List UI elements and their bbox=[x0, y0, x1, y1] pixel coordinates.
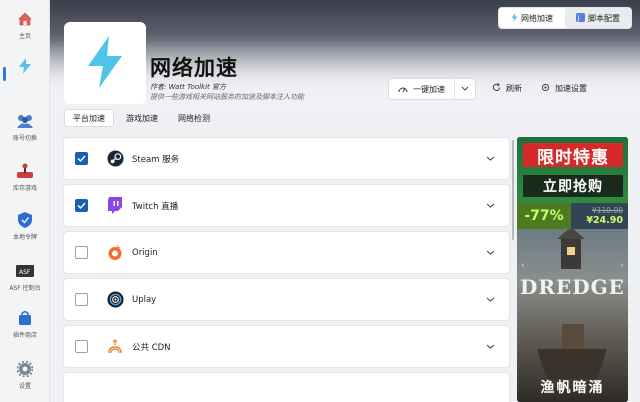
nav-label: 库存游戏 bbox=[12, 185, 37, 192]
ad-game-subtitle: 渔帆暗涌 bbox=[540, 380, 605, 396]
list-item[interactable]: Steam 服务 bbox=[63, 137, 510, 180]
list-item[interactable]: Origin bbox=[63, 231, 510, 274]
service-name: 公共 CDN bbox=[132, 342, 171, 353]
nav-local-auth[interactable]: 本地令牌 bbox=[0, 211, 50, 241]
shopping-bag-icon bbox=[16, 309, 34, 327]
mode-accelerate-button[interactable]: 网络加速 bbox=[499, 8, 565, 28]
ad-next-icon[interactable]: › bbox=[620, 261, 624, 271]
gear-icon bbox=[16, 360, 34, 378]
accelerate-dropdown-button[interactable] bbox=[455, 84, 475, 94]
list-item[interactable] bbox=[63, 372, 510, 402]
app-logo-tile bbox=[64, 22, 146, 104]
nav-library-games[interactable]: 库存游戏 bbox=[0, 162, 50, 192]
accelerate-settings-button[interactable]: 加速设置 bbox=[541, 83, 587, 94]
svg-text:J: J bbox=[577, 15, 580, 22]
nav-label: 主页 bbox=[18, 33, 31, 40]
plugin-description: 提供一些游戏相关网站服务的加速及脚本注入功能 bbox=[150, 93, 304, 101]
chevron-down-icon[interactable] bbox=[486, 154, 495, 164]
refresh-label: 刷新 bbox=[506, 84, 522, 93]
speedometer-icon bbox=[398, 84, 408, 95]
nav-settings[interactable]: 设置 bbox=[0, 360, 50, 390]
users-icon bbox=[16, 112, 34, 130]
script-icon: J bbox=[576, 12, 585, 24]
ad-old-price: ¥110.00 bbox=[591, 206, 623, 215]
settings-label: 加速设置 bbox=[555, 84, 587, 93]
service-name: Twitch 直播 bbox=[132, 201, 179, 212]
chevron-down-icon[interactable] bbox=[486, 295, 495, 305]
nav-network-accelerate[interactable] bbox=[0, 57, 50, 81]
page-title: 网络加速 bbox=[150, 56, 238, 80]
joystick-icon bbox=[16, 162, 34, 180]
chevron-down-icon[interactable] bbox=[486, 248, 495, 258]
svg-text:ASF: ASF bbox=[19, 269, 31, 276]
origin-icon bbox=[106, 244, 124, 262]
service-name: Origin bbox=[132, 247, 158, 258]
twitch-icon bbox=[106, 197, 124, 215]
service-checkbox[interactable] bbox=[75, 246, 88, 259]
ad-cta: 立即抢购 bbox=[523, 175, 623, 197]
nav-label: ASF 控制台 bbox=[9, 285, 41, 292]
mode-script-label: 脚本配置 bbox=[588, 13, 620, 23]
nav-label: 插件商店 bbox=[12, 332, 37, 339]
mode-switch: 网络加速 J 脚本配置 bbox=[498, 7, 632, 29]
service-checkbox[interactable] bbox=[75, 152, 88, 165]
tab-network-check[interactable]: 网络检测 bbox=[170, 109, 218, 127]
mode-script-button[interactable]: J 脚本配置 bbox=[565, 8, 631, 28]
list-item[interactable]: 公共 CDN bbox=[63, 325, 510, 368]
ad-headline: 限时特惠 bbox=[523, 143, 623, 168]
asf-icon: ASF bbox=[16, 262, 34, 280]
tab-bar: 平台加速 游戏加速 网络检测 bbox=[64, 109, 218, 129]
shield-icon bbox=[16, 211, 34, 229]
one-click-label: 一键加速 bbox=[413, 84, 445, 94]
lightning-icon bbox=[16, 57, 34, 75]
chevron-down-icon bbox=[461, 84, 469, 94]
sidebar: 主页 账号切换 库存游戏 本地令牌 ASF ASF 控制台 插件商店 设置 bbox=[0, 0, 50, 402]
lightning-icon bbox=[85, 35, 125, 91]
home-icon bbox=[16, 10, 34, 28]
list-scrollbar[interactable] bbox=[512, 140, 514, 240]
service-name: Steam 服务 bbox=[132, 154, 180, 165]
service-checkbox[interactable] bbox=[75, 340, 88, 353]
tab-platform-accelerate[interactable]: 平台加速 bbox=[64, 109, 114, 127]
ad-prev-icon[interactable]: ‹ bbox=[521, 261, 525, 271]
list-item[interactable]: Uplay bbox=[63, 278, 510, 321]
steam-icon bbox=[106, 150, 124, 168]
refresh-button[interactable]: 刷新 bbox=[492, 83, 522, 94]
plugin-author: 作者: Watt Toolkit 官方 bbox=[150, 83, 227, 91]
nav-label: 账号切换 bbox=[12, 135, 37, 142]
nav-account-switch[interactable]: 账号切换 bbox=[0, 112, 50, 142]
tab-game-accelerate[interactable]: 游戏加速 bbox=[118, 109, 166, 127]
chevron-down-icon[interactable] bbox=[486, 201, 495, 211]
nav-asf-console[interactable]: ASF ASF 控制台 bbox=[0, 262, 50, 292]
service-checkbox[interactable] bbox=[75, 293, 88, 306]
nav-label: 设置 bbox=[18, 383, 31, 390]
list-item[interactable]: Twitch 直播 bbox=[63, 184, 510, 227]
cdn-icon bbox=[106, 338, 124, 356]
lightning-icon bbox=[511, 13, 518, 24]
ad-price-bar: -77% ¥110.00 ¥24.90 bbox=[517, 203, 628, 229]
nav-label: 本地令牌 bbox=[12, 234, 37, 241]
one-click-accelerate-button[interactable]: 一键加速 bbox=[388, 78, 476, 100]
gear-icon bbox=[541, 83, 550, 94]
ad-discount: -77% bbox=[517, 203, 571, 229]
mode-accelerate-label: 网络加速 bbox=[521, 13, 553, 23]
service-list: Steam 服务 Twitch 直播 Origin Uplay 公共 CDN bbox=[63, 137, 510, 402]
refresh-icon bbox=[492, 83, 501, 94]
ad-new-price: ¥24.90 bbox=[586, 215, 623, 226]
service-checkbox[interactable] bbox=[75, 199, 88, 212]
ad-game-title: DREDGE bbox=[520, 275, 625, 299]
chevron-down-icon[interactable] bbox=[486, 342, 495, 352]
nav-home[interactable]: 主页 bbox=[0, 10, 50, 40]
service-name: Uplay bbox=[132, 294, 157, 305]
promo-ad-banner[interactable]: 限时特惠 立即抢购 -77% ¥110.00 ¥24.90 ‹ › DREDGE… bbox=[517, 137, 628, 402]
nav-plugin-store[interactable]: 插件商店 bbox=[0, 309, 50, 339]
uplay-icon bbox=[106, 291, 124, 309]
